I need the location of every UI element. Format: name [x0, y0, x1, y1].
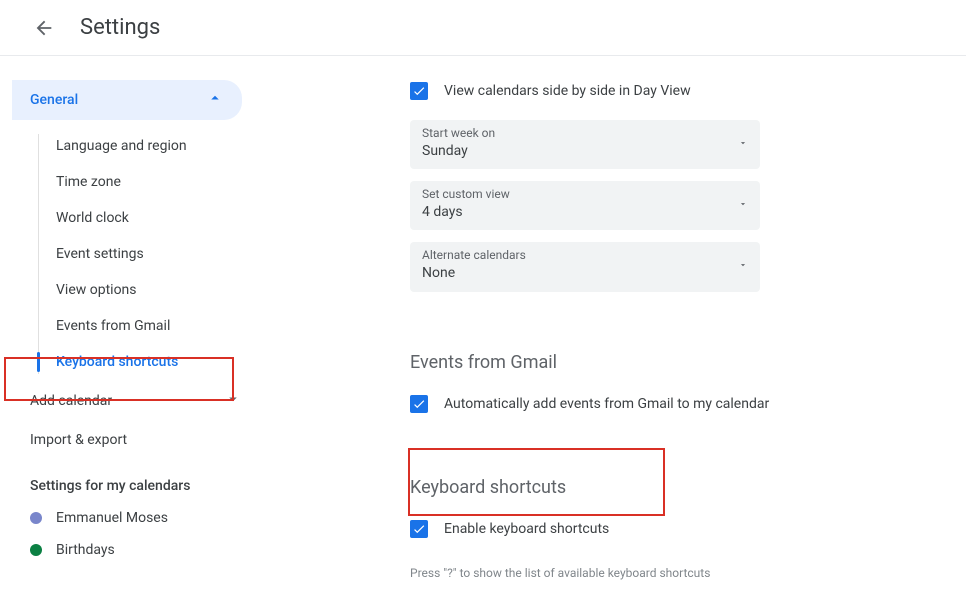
nav-add-calendar-label: Add calendar: [30, 393, 112, 409]
view-side-by-side-row: View calendars side by side in Day View: [410, 74, 926, 108]
calendar-item-birthdays[interactable]: Birthdays: [12, 534, 260, 566]
sidebar-item-eventsgmail[interactable]: Events from Gmail: [38, 308, 260, 344]
start-week-value: Sunday: [422, 142, 495, 162]
sidebar-item-viewoptions[interactable]: View options: [38, 272, 260, 308]
my-calendars-heading: Settings for my calendars: [12, 458, 260, 502]
nav-general-sublist: Language and region Time zone World cloc…: [38, 128, 260, 380]
alt-calendars-select[interactable]: Alternate calendars None: [410, 242, 760, 291]
chevron-up-icon: [206, 89, 224, 111]
keyboard-shortcuts-row: Enable keyboard shortcuts: [410, 512, 926, 546]
view-side-by-side-label: View calendars side by side in Day View: [444, 83, 691, 99]
sidebar-item-eventsettings[interactable]: Event settings: [38, 236, 260, 272]
sidebar-item-language[interactable]: Language and region: [38, 128, 260, 164]
keyboard-shortcuts-title: Keyboard shortcuts: [410, 477, 926, 498]
keyboard-shortcuts-help: Press "?" to show the list of available …: [410, 566, 926, 580]
chevron-down-icon: [224, 390, 242, 412]
sidebar: General Language and region Time zone Wo…: [0, 56, 260, 611]
nav-add-calendar[interactable]: Add calendar: [12, 380, 260, 422]
sidebar-item-timezone[interactable]: Time zone: [38, 164, 260, 200]
page-title: Settings: [80, 15, 160, 40]
custom-view-select[interactable]: Set custom view 4 days: [410, 181, 760, 230]
alt-calendars-value: None: [422, 264, 526, 284]
start-week-select[interactable]: Start week on Sunday: [410, 120, 760, 169]
nav-import-export[interactable]: Import & export: [12, 422, 260, 458]
keyboard-shortcuts-label: Enable keyboard shortcuts: [444, 521, 609, 537]
main-content: View calendars side by side in Day View …: [260, 56, 966, 611]
dropdown-arrow-icon: [738, 136, 748, 152]
dropdown-arrow-icon: [738, 258, 748, 274]
view-side-by-side-checkbox[interactable]: [410, 82, 428, 100]
back-arrow-icon[interactable]: [32, 16, 56, 40]
alt-calendars-label: Alternate calendars: [422, 248, 526, 264]
events-gmail-title: Events from Gmail: [410, 352, 926, 373]
events-gmail-row: Automatically add events from Gmail to m…: [410, 387, 926, 421]
start-week-label: Start week on: [422, 126, 495, 142]
calendar-item-emmanuel[interactable]: Emmanuel Moses: [12, 502, 260, 534]
custom-view-value: 4 days: [422, 203, 510, 223]
nav-import-export-label: Import & export: [30, 432, 127, 448]
custom-view-label: Set custom view: [422, 187, 510, 203]
dropdown-arrow-icon: [738, 197, 748, 213]
calendar-color-dot: [30, 512, 42, 524]
nav-general-label: General: [30, 92, 78, 108]
events-gmail-label: Automatically add events from Gmail to m…: [444, 396, 769, 412]
nav-general[interactable]: General: [12, 80, 242, 120]
sidebar-item-worldclock[interactable]: World clock: [38, 200, 260, 236]
calendar-item-label: Birthdays: [56, 542, 115, 558]
sidebar-item-keyboard-shortcuts[interactable]: Keyboard shortcuts: [38, 344, 260, 380]
calendar-color-dot: [30, 544, 42, 556]
calendar-item-label: Emmanuel Moses: [56, 510, 168, 526]
app-header: Settings: [0, 0, 966, 56]
events-gmail-checkbox[interactable]: [410, 395, 428, 413]
keyboard-shortcuts-checkbox[interactable]: [410, 520, 428, 538]
